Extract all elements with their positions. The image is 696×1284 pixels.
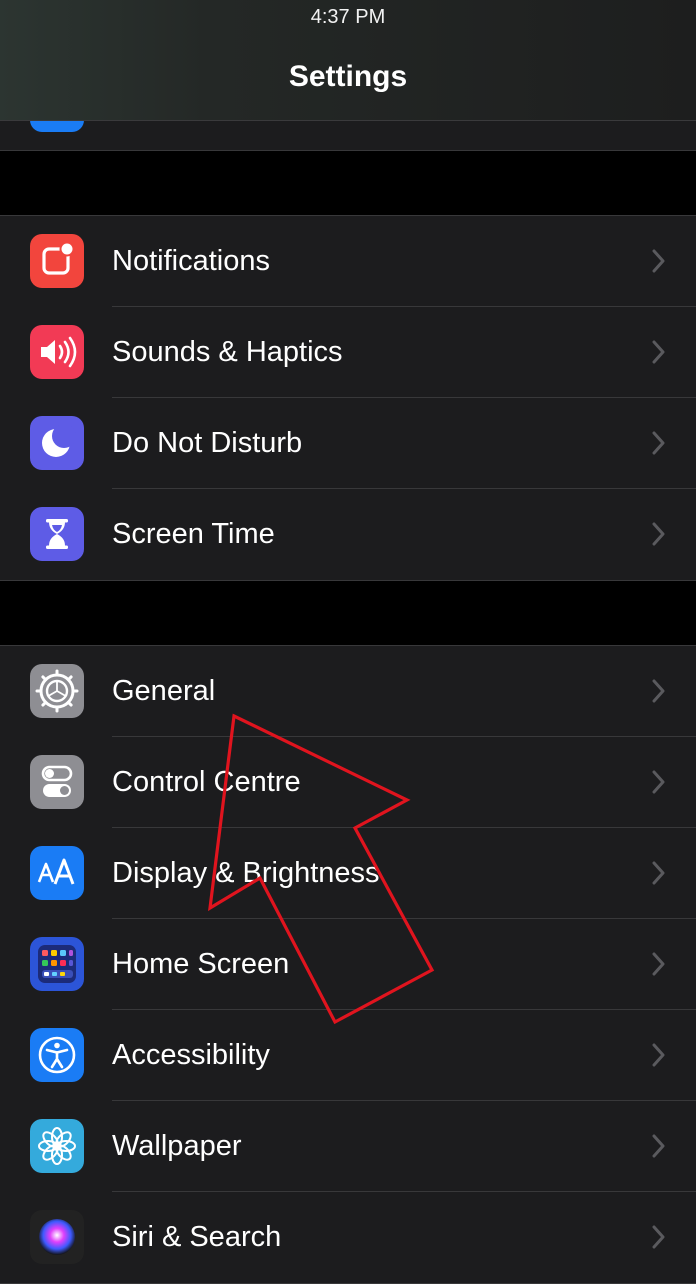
chevron-right-icon (652, 861, 665, 885)
chevron-right-icon (652, 340, 665, 364)
settings-group-general: General Control Centre Display & Brightn… (0, 645, 696, 1284)
app-grid-icon (30, 937, 84, 991)
chevron-right-icon (652, 1225, 665, 1249)
chevron-right-icon (652, 679, 665, 703)
chevron-right-icon (652, 249, 665, 273)
speaker-icon (30, 325, 84, 379)
row-label-notifications: Notifications (112, 245, 270, 277)
row-display-brightness[interactable]: Display & Brightness (0, 828, 696, 919)
row-notifications[interactable]: Notifications (0, 216, 696, 307)
row-label-home-screen: Home Screen (112, 948, 290, 980)
row-general[interactable]: General (0, 646, 696, 737)
chevron-right-icon (652, 1134, 665, 1158)
chevron-right-icon (652, 952, 665, 976)
row-home-screen[interactable]: Home Screen (0, 919, 696, 1010)
settings-group-notifications: Notifications Sounds & Haptics Do Not Di… (0, 215, 696, 581)
row-wallpaper[interactable]: Wallpaper (0, 1101, 696, 1192)
row-label-general: General (112, 675, 216, 707)
row-control-centre[interactable]: Control Centre (0, 737, 696, 828)
row-label-screen-time: Screen Time (112, 518, 275, 550)
partially-hidden-row[interactable] (0, 120, 696, 151)
row-screen-time[interactable]: Screen Time (0, 489, 696, 580)
row-label-sounds-haptics: Sounds & Haptics (112, 336, 343, 368)
row-label-display-brightness: Display & Brightness (112, 857, 380, 889)
row-label-accessibility: Accessibility (112, 1039, 270, 1071)
notifications-icon (30, 234, 84, 288)
gear-icon (30, 664, 84, 718)
chevron-right-icon (652, 1043, 665, 1067)
chevron-right-icon (652, 522, 665, 546)
row-accessibility[interactable]: Accessibility (0, 1010, 696, 1101)
moon-icon (30, 416, 84, 470)
text-size-icon (30, 846, 84, 900)
navigation-header: 4:37 PM Settings (0, 0, 696, 121)
row-do-not-disturb[interactable]: Do Not Disturb (0, 398, 696, 489)
toggles-icon (30, 755, 84, 809)
flower-icon (30, 1119, 84, 1173)
status-bar-time: 4:37 PM (310, 6, 386, 28)
siri-icon (30, 1210, 84, 1264)
hourglass-icon (30, 507, 84, 561)
row-label-wallpaper: Wallpaper (112, 1130, 242, 1162)
row-siri-search[interactable]: Siri & Search (0, 1192, 696, 1283)
chevron-right-icon (652, 770, 665, 794)
row-label-siri-search: Siri & Search (112, 1221, 282, 1253)
page-title: Settings (288, 60, 408, 93)
chevron-right-icon (652, 431, 665, 455)
row-label-control-centre: Control Centre (112, 766, 301, 798)
row-sounds-haptics[interactable]: Sounds & Haptics (0, 307, 696, 398)
accessibility-icon (30, 1028, 84, 1082)
row-label-do-not-disturb: Do Not Disturb (112, 427, 303, 459)
